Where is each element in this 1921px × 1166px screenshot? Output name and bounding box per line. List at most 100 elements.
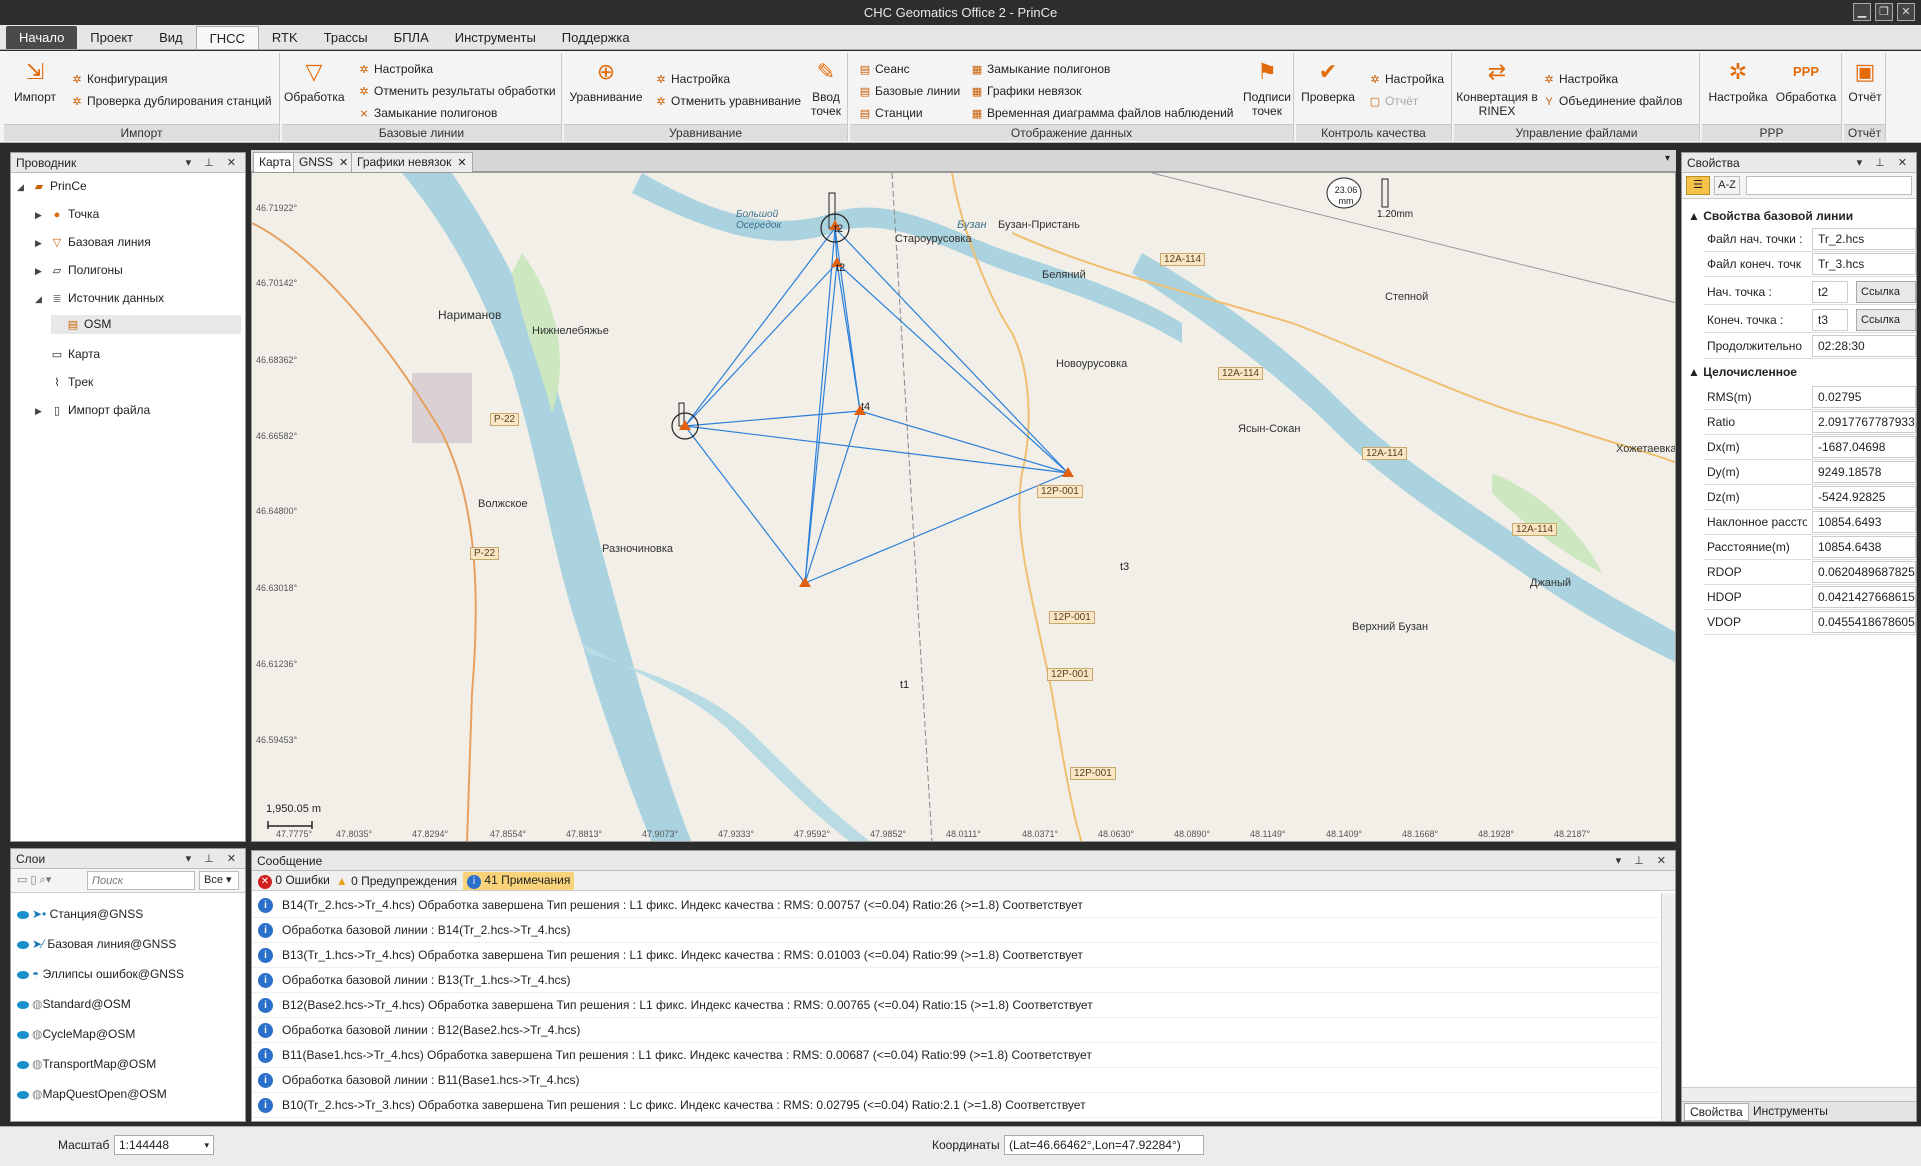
end-point-link-button[interactable]: Ссылка	[1856, 309, 1916, 331]
prop-value[interactable]: Tr_3.hcs	[1812, 253, 1916, 275]
layer-item[interactable]: ◍CycleMap@OSM	[17, 1025, 135, 1043]
prop-value[interactable]: 0.02795	[1812, 386, 1916, 408]
prop-row[interactable]: Продолжительно 02:28:30	[1704, 334, 1916, 359]
files-settings-button[interactable]: ✲ Настройка	[1542, 71, 1618, 88]
prop-row[interactable]: HDOP 0.04214276686159	[1704, 585, 1916, 610]
eye-icon[interactable]	[17, 1090, 29, 1099]
station-label[interactable]: t2	[834, 223, 843, 235]
session-button[interactable]: ▤ Сеанс	[858, 61, 910, 78]
properties-hscrollbar[interactable]	[1682, 1087, 1916, 1101]
tab-misclose[interactable]: Графики невязок ✕	[351, 152, 473, 172]
layer-item[interactable]: ◍MapQuestOpen@OSM	[17, 1085, 167, 1103]
prop-row[interactable]: Dy(m) 9249.18578	[1704, 460, 1916, 485]
scale-select[interactable]: 1:144448 ▾	[114, 1135, 214, 1155]
categorized-icon[interactable]: ☰	[1686, 176, 1710, 195]
layer-item[interactable]: ◓ Эллипсы ошибок@GNSS	[17, 965, 184, 983]
station-label[interactable]: t4	[861, 401, 870, 413]
dup-check-button[interactable]: ✲ Проверка дублирования станций	[70, 93, 271, 110]
layer-filter-select[interactable]: Все ▾	[199, 871, 239, 890]
properties-search-input[interactable]	[1746, 176, 1912, 195]
station-label[interactable]: t1	[900, 679, 909, 691]
layer-item[interactable]: ◍Standard@OSM	[17, 995, 131, 1013]
start-point-link-button[interactable]: Ссылка	[1856, 281, 1916, 303]
prop-value[interactable]: 0.04214276686159	[1812, 586, 1916, 608]
tree-item-map[interactable]: ▭ Карта	[49, 345, 100, 364]
input-points-button[interactable]: ✎ Ввод точек	[806, 55, 846, 119]
tree-item-polygons[interactable]: ▶ ▱ Полигоны	[35, 261, 123, 280]
collapse-icon[interactable]: ◢	[17, 178, 31, 196]
config-button[interactable]: ✲ Конфигурация	[70, 71, 167, 88]
point-labels-button[interactable]: ⚑ Подписи точек	[1242, 55, 1292, 119]
tab-view[interactable]: Вид	[146, 26, 196, 49]
prop-value[interactable]: Tr_2.hcs	[1812, 228, 1916, 250]
section-integer[interactable]: ▲ Целочисленное	[1688, 365, 1797, 379]
ppp-settings-button[interactable]: ✲ Настройка	[1708, 55, 1768, 105]
prop-value[interactable]: 10854.6438	[1812, 536, 1916, 558]
eye-icon[interactable]	[17, 940, 29, 949]
qc-settings-button[interactable]: ✲ Настройка	[1368, 71, 1444, 88]
tab-map[interactable]: Карта	[253, 152, 298, 172]
eye-icon[interactable]	[17, 910, 29, 919]
tab-tools-panel[interactable]: Инструменты	[1748, 1103, 1833, 1119]
prop-row[interactable]: Конеч. точка : t3 Ссылка	[1704, 308, 1916, 333]
loops-button[interactable]: ▦ Замыкание полигонов	[970, 61, 1111, 78]
layer-item[interactable]: ➤• Станция@GNSS	[17, 905, 143, 923]
messages-scrollbar[interactable]	[1661, 893, 1675, 1121]
qc-check-button[interactable]: ✔ Проверка	[1300, 55, 1356, 105]
tab-gnss[interactable]: ГНСС	[195, 26, 259, 49]
restore-icon[interactable]: ❐	[1875, 3, 1893, 21]
prop-row[interactable]: Нач. точка : t2 Ссылка	[1704, 280, 1916, 305]
warnings-filter[interactable]: ▲ 0 Предупреждения	[336, 874, 457, 888]
stations-button[interactable]: ▤ Станции	[858, 105, 923, 122]
station-label[interactable]: t3	[1120, 561, 1129, 573]
timeline-button[interactable]: ▦ Временная диаграмма файлов наблюдений	[970, 105, 1234, 122]
baselines-button[interactable]: ▤ Базовые линии	[858, 83, 960, 100]
tab-gnss-doc[interactable]: GNSS ✕	[293, 152, 355, 172]
station-label[interactable]: t2	[836, 262, 845, 274]
process-button[interactable]: ▽ Обработка	[284, 55, 345, 105]
errors-filter[interactable]: ✕ 0 Ошибки	[258, 873, 330, 889]
eye-icon[interactable]	[17, 1030, 29, 1039]
merge-button[interactable]: Y Объединение файлов	[1542, 93, 1682, 110]
message-row[interactable]: i Обработка базовой линии : B12(Base2.hcs…	[252, 1018, 1659, 1043]
import-button[interactable]: ⇲ Импорт	[10, 55, 60, 105]
message-row[interactable]: i Обработка базовой линии : B13(Tr_1.hcs-…	[252, 968, 1659, 993]
prop-value[interactable]: t3	[1812, 309, 1848, 331]
panel-controls-icon[interactable]: ▾ ⊥ ✕	[186, 153, 241, 173]
prop-row[interactable]: Файл конеч. точк Tr_3.hcs	[1704, 252, 1916, 277]
expand-icon[interactable]: ▶	[35, 262, 49, 280]
message-row[interactable]: i B11(Base1.hcs->Tr_4.hcs) Обработка заве…	[252, 1043, 1659, 1068]
messages-list[interactable]: i B14(Tr_2.hcs->Tr_4.hcs) Обработка завер…	[252, 893, 1675, 1121]
prop-row[interactable]: VDOP 0.04554186786058	[1704, 610, 1916, 635]
map-view[interactable]: 23.06 mm 1.20mm 1,950.05 m 46.71922° 46.…	[251, 172, 1676, 842]
eye-icon[interactable]	[17, 1060, 29, 1069]
tab-properties[interactable]: Свойства	[1684, 1103, 1749, 1121]
prop-row[interactable]: Ratio 2.09177677879333	[1704, 410, 1916, 435]
prop-value[interactable]: 10854.6493	[1812, 511, 1916, 533]
message-row[interactable]: i B12(Base2.hcs->Tr_4.hcs) Обработка заве…	[252, 993, 1659, 1018]
prop-row[interactable]: Расстояние(m) 10854.6438	[1704, 535, 1916, 560]
tree-item-baseline[interactable]: ▶ ▽ Базовая линия	[35, 233, 151, 252]
close-icon[interactable]: ✕	[339, 157, 348, 169]
panel-controls-icon[interactable]: ▾ ⊥ ✕	[1616, 851, 1671, 871]
tree-item-track[interactable]: ⌇ Трек	[49, 373, 93, 392]
prop-row[interactable]: Наклонное рассто 10854.6493	[1704, 510, 1916, 535]
adj-cancel-button[interactable]: ✲ Отменить уравнивание	[654, 93, 801, 110]
prop-value[interactable]: 9249.18578	[1812, 461, 1916, 483]
prop-value[interactable]: -1687.04698	[1812, 436, 1916, 458]
panel-controls-icon[interactable]: ▾ ⊥ ✕	[186, 849, 241, 869]
tab-tools[interactable]: Инструменты	[442, 26, 549, 49]
tree-item-point[interactable]: ▶ ● Точка	[35, 205, 99, 224]
bl-loops-button[interactable]: ⨯ Замыкание полигонов	[357, 105, 497, 122]
tab-project[interactable]: Проект	[77, 26, 146, 49]
prop-value[interactable]: 0.06204896878258	[1812, 561, 1916, 583]
message-row[interactable]: i B14(Tr_2.hcs->Tr_4.hcs) Обработка завер…	[252, 893, 1659, 918]
panel-controls-icon[interactable]: ▾ ⊥ ✕	[1857, 153, 1912, 173]
close-icon[interactable]: ✕	[1897, 3, 1915, 21]
prop-row[interactable]: Dx(m) -1687.04698	[1704, 435, 1916, 460]
prop-row[interactable]: Файл нач. точки : Tr_2.hcs	[1704, 227, 1916, 252]
ppp-process-button[interactable]: PPP Обработка	[1774, 55, 1838, 105]
adjust-button[interactable]: ⊕ Уравнивание	[568, 55, 644, 105]
layer-item[interactable]: ◍TransportMap@OSM	[17, 1055, 156, 1073]
prop-row[interactable]: Dz(m) -5424.92825	[1704, 485, 1916, 510]
